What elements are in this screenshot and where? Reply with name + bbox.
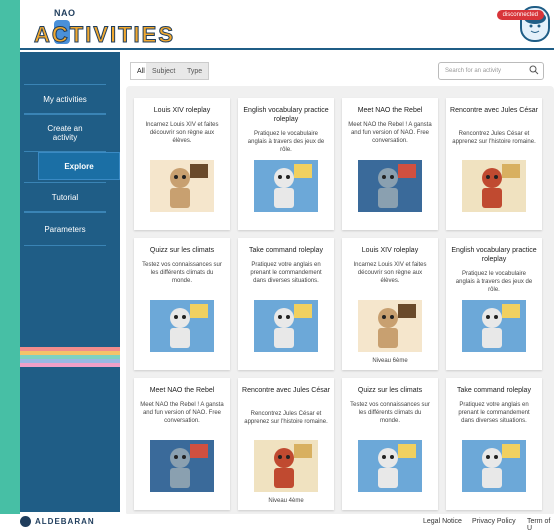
main-content: All Subject Type Search for an activity … xyxy=(120,52,554,514)
activity-card-description: Pratiquez le vocabulaire anglais à trave… xyxy=(247,131,325,153)
activity-card[interactable]: Louis XIV roleplay Incarnez Louis XIV et … xyxy=(342,238,438,370)
sidebar-item-tutorial[interactable]: Tutorial xyxy=(24,182,106,212)
activity-card[interactable]: Quizz sur les climats Testez vos connaiss… xyxy=(342,378,438,510)
stripe xyxy=(20,363,120,367)
sidebar-item-label: Parameters xyxy=(44,224,86,234)
sidebar-item-parameters[interactable]: Parameters xyxy=(24,212,106,246)
connection-status-badge: disconnected xyxy=(496,10,544,20)
classroom-robot-illustration xyxy=(462,300,526,352)
aldebaran-logo-icon xyxy=(20,516,31,527)
rebel-robot-illustration xyxy=(358,160,422,212)
search-icon[interactable] xyxy=(529,65,539,75)
search-input[interactable]: Search for an activity xyxy=(438,62,544,80)
activity-card-title: Quizz sur les climats xyxy=(357,387,423,394)
filter-tab-subject[interactable]: Subject xyxy=(146,62,183,80)
header: NAO ACTIVITIES disconnected xyxy=(20,0,554,50)
louis-xiv-robot-illustration xyxy=(358,300,422,352)
activity-card-description: Testez vos connaissances sur les différe… xyxy=(350,402,430,424)
sidebar-item-label: Tutorial xyxy=(51,192,79,202)
sidebar: My activities Create an activity Explore… xyxy=(20,52,120,512)
louis-xiv-robot-illustration xyxy=(150,160,214,212)
privacy-policy-link[interactable]: Privacy Policy xyxy=(472,518,516,525)
nao-activities-logo[interactable]: NAO ACTIVITIES xyxy=(32,6,173,48)
activity-card-description: Rencontrez Jules César et apprenez sur l… xyxy=(452,131,536,145)
sidebar-item-my-activities[interactable]: My activities xyxy=(24,84,106,114)
classroom-robot-illustration xyxy=(254,160,318,212)
activity-card-description: Incarnez Louis XIV et faites découvrir s… xyxy=(145,122,219,144)
activity-card[interactable]: Take command roleplay Pratiquez votre ang… xyxy=(446,378,542,510)
activity-card-title: Quizz sur les climats xyxy=(149,247,215,254)
activity-card-title: Take command roleplay xyxy=(457,387,531,394)
filter-tab-type[interactable]: Type xyxy=(181,62,210,80)
activity-card[interactable]: Meet NAO the Rebel Meet NAO the Rebel ! A… xyxy=(134,378,230,510)
activity-card-title: Take command roleplay xyxy=(249,247,323,254)
activity-card[interactable]: Meet NAO the Rebel Meet NAO the Rebel ! A… xyxy=(342,98,438,230)
decorative-stripes xyxy=(20,347,120,367)
classroom-robot-illustration xyxy=(150,300,214,352)
logo-small-text: NAO xyxy=(54,8,76,18)
activity-card-description: Meet NAO the Rebel ! A gansta and fun ve… xyxy=(348,122,432,144)
caesar-robot-illustration xyxy=(462,160,526,212)
logo-big-text: ACTIVITIES xyxy=(33,22,176,48)
activity-card[interactable]: English vocabulary practice roleplay Prat… xyxy=(238,98,334,230)
activity-card-description: Rencontrez Jules César et apprenez sur l… xyxy=(244,411,328,425)
activity-card-level: Niveau 6ème xyxy=(372,358,408,364)
classroom-robot-illustration xyxy=(358,440,422,492)
activity-card-description: Pratiquez votre anglais en prenant le co… xyxy=(250,262,322,284)
activity-card-title: Rencontre avec Jules César xyxy=(242,387,330,394)
activity-card[interactable]: Rencontre avec Jules César Rencontrez Jul… xyxy=(446,98,542,230)
rebel-robot-illustration xyxy=(150,440,214,492)
activity-card[interactable]: Rencontre avec Jules César Rencontrez Jul… xyxy=(238,378,334,510)
activity-card-description: Meet NAO the Rebel ! A gansta and fun ve… xyxy=(140,402,224,424)
activity-card[interactable]: English vocabulary practice roleplay Prat… xyxy=(446,238,542,370)
caesar-robot-illustration xyxy=(254,440,318,492)
sidebar-item-label: Create an activity xyxy=(47,124,83,142)
footer: ALDEBARAN Legal Notice Privacy Policy Te… xyxy=(0,514,554,530)
footer-brand: ALDEBARAN xyxy=(35,517,95,526)
legal-notice-link[interactable]: Legal Notice xyxy=(423,518,462,525)
activity-card-description: Pratiquez votre anglais en prenant le co… xyxy=(458,402,530,424)
terms-link[interactable]: Term of U xyxy=(527,518,554,530)
sidebar-item-create-activity[interactable]: Create an activity xyxy=(24,114,106,152)
sidebar-item-label: My activities xyxy=(43,94,87,104)
activity-card-title: Rencontre avec Jules César xyxy=(450,107,538,114)
activity-card-title: Meet NAO the Rebel xyxy=(149,387,215,394)
activity-card[interactable]: Take command roleplay Pratiquez votre ang… xyxy=(238,238,334,370)
activity-grid: Louis XIV roleplay Incarnez Louis XIV et … xyxy=(126,86,554,514)
activity-card-title: English vocabulary practice roleplay xyxy=(451,247,537,263)
activity-card-description: Pratiquez le vocabulaire anglais à trave… xyxy=(455,271,533,293)
activity-card-title: Meet NAO the Rebel xyxy=(357,107,423,114)
app-window: NAO ACTIVITIES disconnected My activitie… xyxy=(20,0,554,514)
activity-card-description: Testez vos connaissances sur les différe… xyxy=(142,262,222,284)
classroom-robot-illustration xyxy=(462,440,526,492)
classroom-robot-illustration xyxy=(254,300,318,352)
activity-card-description: Incarnez Louis XIV et faites découvrir s… xyxy=(353,262,427,284)
activity-card[interactable]: Louis XIV roleplay Incarnez Louis XIV et … xyxy=(134,98,230,230)
search-placeholder: Search for an activity xyxy=(445,68,502,74)
activity-card-title: Louis XIV roleplay xyxy=(153,107,211,114)
sidebar-item-explore[interactable]: Explore xyxy=(38,152,120,180)
activity-card[interactable]: Quizz sur les climats Testez vos connaiss… xyxy=(134,238,230,370)
activity-card-title: Louis XIV roleplay xyxy=(361,247,419,254)
sidebar-item-label: Explore xyxy=(64,161,94,171)
activity-card-level: Niveau 4ème xyxy=(268,498,304,504)
activity-card-title: English vocabulary practice roleplay xyxy=(243,107,329,123)
